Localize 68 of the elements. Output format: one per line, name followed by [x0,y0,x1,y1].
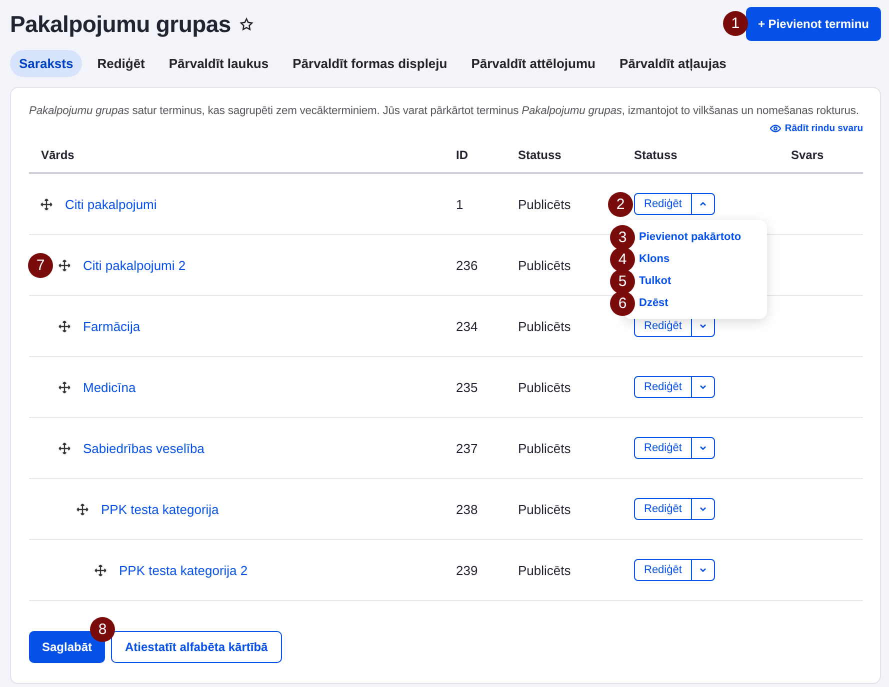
term-link[interactable]: Medicīna [83,380,136,394]
drag-handle-icon[interactable] [94,564,107,576]
table-cell: 239 [456,562,478,578]
callout-badge: 4 [610,247,635,272]
edit-button[interactable]: Rediģēt [635,499,692,519]
reset-alphabetical-button[interactable]: Atiestatīt alfabēta kārtībā [111,631,282,663]
tab[interactable]: Pārvaldīt formas displeju [284,50,456,77]
edit-button[interactable]: Rediģēt [635,377,692,397]
table-cell: 235 [456,380,478,394]
edit-button[interactable]: Rediģēt [635,194,692,214]
tab[interactable]: Rediģēt [88,50,154,77]
term-link[interactable]: Citi pakalpojumi [65,196,157,212]
edit-split-button[interactable]: Rediģēt [634,376,715,398]
table-cell: Publicēts [518,196,571,212]
table-cell: Publicēts [518,318,571,334]
menu-item[interactable]: Dzēst [639,297,668,309]
column-header: ID [456,148,469,162]
tab[interactable]: Saraksts [10,50,82,77]
edit-button[interactable]: Rediģēt [635,560,692,580]
column-header: Vārds [40,148,76,162]
edit-split-button[interactable]: Rediģēt [634,559,715,581]
description-text: Pakalpojumu grupas satur terminus, kas sagrupēti zem vecākterminiem. Jūs varat pārkārtot terminus Pakalpojumu grupas, izmantojot to vilkšanas un nomešanas rokturus. [29,104,860,119]
term-link[interactable]: PPK testa kategorija [101,502,219,516]
menu-item[interactable]: Klons [639,253,670,265]
column-header: Svars [791,148,825,162]
table-cell: Publicēts [518,258,571,272]
tab[interactable]: Pārvaldīt atļaujas [610,50,736,77]
column-header: Statuss [634,148,678,162]
drag-handle-icon[interactable] [40,198,53,210]
edit-split-button[interactable]: Rediģēt [634,437,715,459]
drag-handle-icon[interactable] [76,502,89,516]
callout-badge: 5 [610,269,635,294]
table-cell: 1 [456,196,464,212]
edit-button[interactable]: Rediģēt [635,316,692,336]
table-cell: Publicēts [518,562,571,578]
callout-badge: 2 [608,192,633,217]
callout-badge: 3 [610,225,635,250]
menu-item[interactable]: Pievienot pakārtoto [639,231,742,243]
edit-button[interactable]: Rediģēt [635,438,692,458]
show-weights-link[interactable]: Rādīt rindu svaru [770,123,863,134]
star-icon[interactable] [238,16,254,32]
term-link[interactable]: Sabiedrības veselība [83,440,204,456]
table-cell: Publicēts [518,380,571,394]
table-cell: 237 [456,440,478,456]
drag-handle-icon[interactable] [58,380,71,394]
callout-badge: 6 [610,291,635,316]
table-cell: 236 [456,258,478,272]
term-link[interactable]: Citi pakalpojumi 2 [83,258,186,272]
term-link[interactable]: PPK testa kategorija 2 [119,562,248,578]
edit-split-button[interactable]: Rediģēt [634,498,715,520]
drag-handle-icon[interactable] [58,320,71,332]
tab[interactable]: Pārvaldīt laukus [160,50,278,77]
term-link[interactable]: Farmācija [83,318,140,334]
tab[interactable]: Pārvaldīt attēlojumu [462,50,604,77]
column-header: Statuss [518,148,562,162]
table-cell: Publicēts [518,502,571,516]
callout-badge: 8 [90,617,116,642]
callout-badge: 7 [28,252,53,278]
table-cell: 238 [456,502,478,516]
table-cell: Publicēts [518,440,571,456]
drag-handle-icon[interactable] [58,258,71,272]
page-title: Pakalpojumu grupas [10,10,231,38]
callout-badge: 1 [722,11,748,36]
table-cell: 234 [456,318,478,334]
eye-icon [770,123,781,134]
menu-item[interactable]: Tulkot [639,275,672,287]
add-term-button[interactable]: + Pievienot terminu [746,7,881,41]
drag-handle-icon[interactable] [58,442,71,454]
